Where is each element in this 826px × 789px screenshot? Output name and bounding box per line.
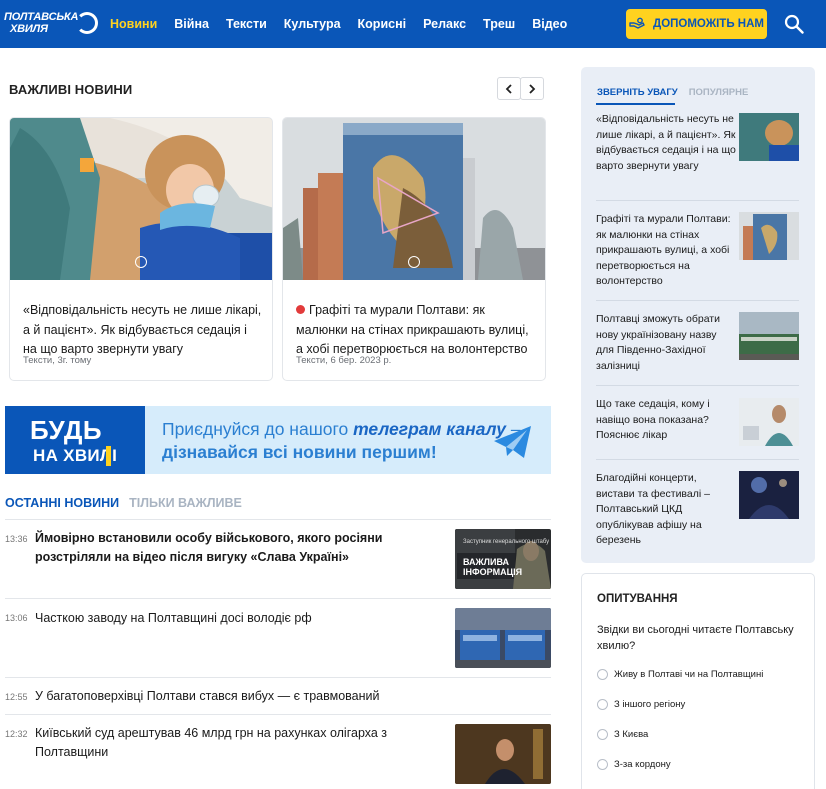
news-title[interactable]: Ймовірно встановили особу військового, я… (35, 529, 440, 567)
telegram-plane-icon (494, 426, 531, 458)
card-meta: Тексти, 6 бер. 2023 р. (296, 355, 392, 366)
watermark-icon (408, 256, 420, 268)
live-indicator-icon (296, 305, 305, 314)
sidebar-thumbnail[interactable] (739, 398, 799, 446)
row-divider (5, 677, 551, 678)
banner-yellow-bar (106, 446, 111, 466)
latest-news-tabs: ОСТАННІ НОВИНИ ТІЛЬКИ ВАЖЛИВЕ (5, 496, 242, 510)
sidebar-thumbnail[interactable] (739, 212, 799, 260)
active-tab-indicator (596, 103, 675, 105)
tab-latest-news[interactable]: ОСТАННІ НОВИНИ (5, 496, 119, 510)
carousel-next-button[interactable] (520, 77, 544, 100)
poll-option-label: З-за кордону (614, 759, 671, 770)
sidebar-divider (596, 200, 799, 201)
search-icon[interactable] (784, 14, 804, 34)
news-time: 12:55 (5, 692, 28, 702)
card-meta: Тексти, 3г. тому (23, 355, 92, 366)
nav-item-useful[interactable]: Корисні (358, 17, 407, 31)
card-image-mural (283, 118, 545, 280)
logo-wave-icon (76, 12, 98, 34)
news-thumbnail[interactable]: Заступник генерального штабу ВАЖЛИВА ІНФ… (455, 529, 551, 589)
news-title[interactable]: Київський суд арештував 46 млрд грн на р… (35, 724, 440, 762)
news-time: 12:32 (5, 729, 28, 739)
poll-question: Звідки ви сьогодні читаєте Полтавську хв… (597, 624, 794, 652)
nav-item-news[interactable]: Новини (110, 17, 157, 31)
carousel-prev-button[interactable] (497, 77, 521, 100)
chevron-right-icon (529, 83, 536, 94)
site-logo[interactable]: ПОЛТАВСЬКА ХВИЛЯ (4, 9, 98, 39)
important-news-card[interactable]: Графіті та мурали Полтави: як малюнки на… (282, 117, 546, 381)
sidebar-tabs: ЗВЕРНІТЬ УВАГУ ПОПУЛЯРНЕ (597, 87, 748, 98)
row-divider (5, 598, 551, 599)
poll-option-label: З Києва (614, 729, 649, 740)
main-nav: Новини Війна Тексти Культура Корисні Рел… (110, 0, 584, 48)
banner-line1-emph: телеграм каналу (353, 419, 507, 439)
banner-small-word: НА ХВИЛІ (33, 446, 118, 465)
poll-panel (581, 573, 815, 789)
news-thumbnail[interactable] (455, 724, 551, 784)
radio-button[interactable] (597, 759, 608, 770)
nav-item-texts[interactable]: Тексти (226, 17, 267, 31)
logo-line1: ПОЛТАВСЬКА (4, 11, 79, 23)
sidebar-divider (596, 385, 799, 386)
news-title[interactable]: У багатоповерхівці Полтави стався вибух … (35, 687, 440, 706)
poll-option[interactable]: З іншого регіону (597, 699, 685, 710)
sidebar-divider (596, 300, 799, 301)
important-news-heading: ВАЖЛИВІ НОВИНИ (9, 82, 133, 97)
poll-option[interactable]: З-за кордону (597, 759, 671, 770)
radio-button[interactable] (597, 729, 608, 740)
card-image-sedation (10, 118, 272, 280)
tab-pay-attention[interactable]: ЗВЕРНІТЬ УВАГУ (597, 87, 678, 98)
nav-item-war[interactable]: Війна (174, 17, 209, 31)
poll-option[interactable]: Живу в Полтаві чи на Полтавщині (597, 669, 763, 680)
poll-option-label: З іншого регіону (614, 699, 686, 710)
card-title-text: Графіті та мурали Полтави: як малюнки на… (296, 303, 529, 356)
nav-item-relax[interactable]: Релакс (423, 17, 466, 31)
poll-option-label: Живу в Полтаві чи на Полтавщині (614, 669, 764, 680)
tab-important-only[interactable]: ТІЛЬКИ ВАЖЛИВЕ (129, 496, 242, 510)
sidebar-thumbnail[interactable] (739, 113, 799, 161)
sidebar-thumbnail[interactable] (739, 312, 799, 360)
sidebar-news-item[interactable]: Благодійні концерти, вистави та фестивал… (596, 471, 736, 549)
donate-label: ДОПОМОЖІТЬ НАМ (653, 18, 764, 30)
thumb-caption: ВАЖЛИВА ІНФОРМАЦІЯ (463, 557, 523, 577)
row-divider (5, 714, 551, 715)
helping-hand-icon (629, 17, 645, 29)
important-news-card[interactable]: «Відповідальність несуть не лише лікарі,… (9, 117, 273, 381)
radio-button[interactable] (597, 669, 608, 680)
sidebar-news-item[interactable]: Що таке седація, кому і навіщо вона пока… (596, 397, 736, 444)
sidebar-news-item[interactable]: Графіті та мурали Полтави: як малюнки на… (596, 212, 736, 290)
nav-item-culture[interactable]: Культура (284, 17, 341, 31)
tabs-divider (5, 519, 551, 520)
thumb-header-text: Заступник генерального штабу (463, 539, 550, 545)
banner-big-word: БУДЬ (30, 415, 103, 445)
banner-line2: дізнавайся всі новини першим! (162, 442, 437, 462)
sidebar-thumbnail[interactable] (739, 471, 799, 519)
carousel-controls (497, 77, 544, 100)
card-title[interactable]: Графіті та мурали Полтави: як малюнки на… (296, 301, 535, 360)
news-thumbnail[interactable] (455, 608, 551, 668)
sidebar-news-item[interactable]: «Відповідальність несуть не лише лікарі,… (596, 112, 736, 174)
news-time: 13:36 (5, 534, 28, 544)
site-header: ПОЛТАВСЬКА ХВИЛЯ Новини Війна Тексти Кул… (0, 0, 826, 48)
nav-item-trash[interactable]: Треш (483, 17, 515, 31)
news-time: 13:06 (5, 613, 28, 623)
tab-popular[interactable]: ПОПУЛЯРНЕ (689, 87, 749, 98)
sidebar-divider (596, 459, 799, 460)
sidebar-news-item[interactable]: Полтавці зможуть обрати нову українізова… (596, 312, 736, 374)
radio-button[interactable] (597, 699, 608, 710)
banner-line1-prefix: Приєднуйся до нашого (162, 419, 354, 439)
telegram-banner[interactable]: БУДЬ НА ХВИЛІ Приєднуйся до нашого телег… (5, 406, 551, 474)
nav-item-video[interactable]: Відео (532, 17, 567, 31)
poll-option[interactable]: З Києва (597, 729, 648, 740)
banner-line1: Приєднуйся до нашого телеграм каналу – (162, 419, 521, 440)
logo-line2: ХВИЛЯ (10, 23, 48, 35)
card-title[interactable]: «Відповідальність несуть не лише лікарі,… (23, 301, 262, 360)
donate-button[interactable]: ДОПОМОЖІТЬ НАМ (626, 9, 767, 39)
poll-title: ОПИТУВАННЯ (597, 593, 678, 605)
chevron-left-icon (505, 83, 512, 94)
news-title[interactable]: Часткою заводу на Полтавщині досі володі… (35, 609, 440, 628)
watermark-icon (135, 256, 147, 268)
